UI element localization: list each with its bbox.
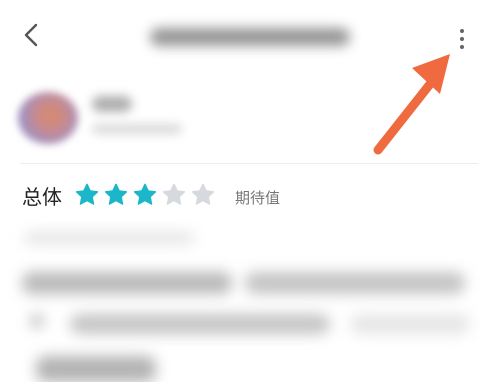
- annotation-arrow: [373, 54, 450, 155]
- blurred-text-line: [36, 356, 156, 382]
- star-filled-icon[interactable]: [74, 182, 100, 208]
- blurred-text-line: [30, 314, 44, 328]
- avatar: [18, 92, 78, 144]
- back-button[interactable]: [14, 20, 48, 54]
- star-empty-icon[interactable]: [190, 182, 216, 208]
- star-filled-icon[interactable]: [103, 182, 129, 208]
- chevron-left-icon: [22, 22, 40, 52]
- vertical-ellipsis-icon: [460, 29, 464, 33]
- rating-hint: 期待值: [235, 189, 281, 207]
- overall-rating-label: 总体: [22, 185, 62, 209]
- blurred-text-line: [350, 314, 470, 334]
- blurred-text-line: [22, 272, 232, 294]
- star-empty-icon[interactable]: [161, 182, 187, 208]
- star-filled-icon[interactable]: [132, 182, 158, 208]
- blurred-text-line: [245, 272, 465, 294]
- star-rating[interactable]: [74, 182, 216, 208]
- user-meta-blurred: [92, 124, 182, 134]
- blurred-text-line: [24, 232, 194, 244]
- blurred-text-line: [70, 314, 330, 334]
- page-title-blurred: [150, 28, 350, 46]
- user-name-blurred: [92, 96, 132, 112]
